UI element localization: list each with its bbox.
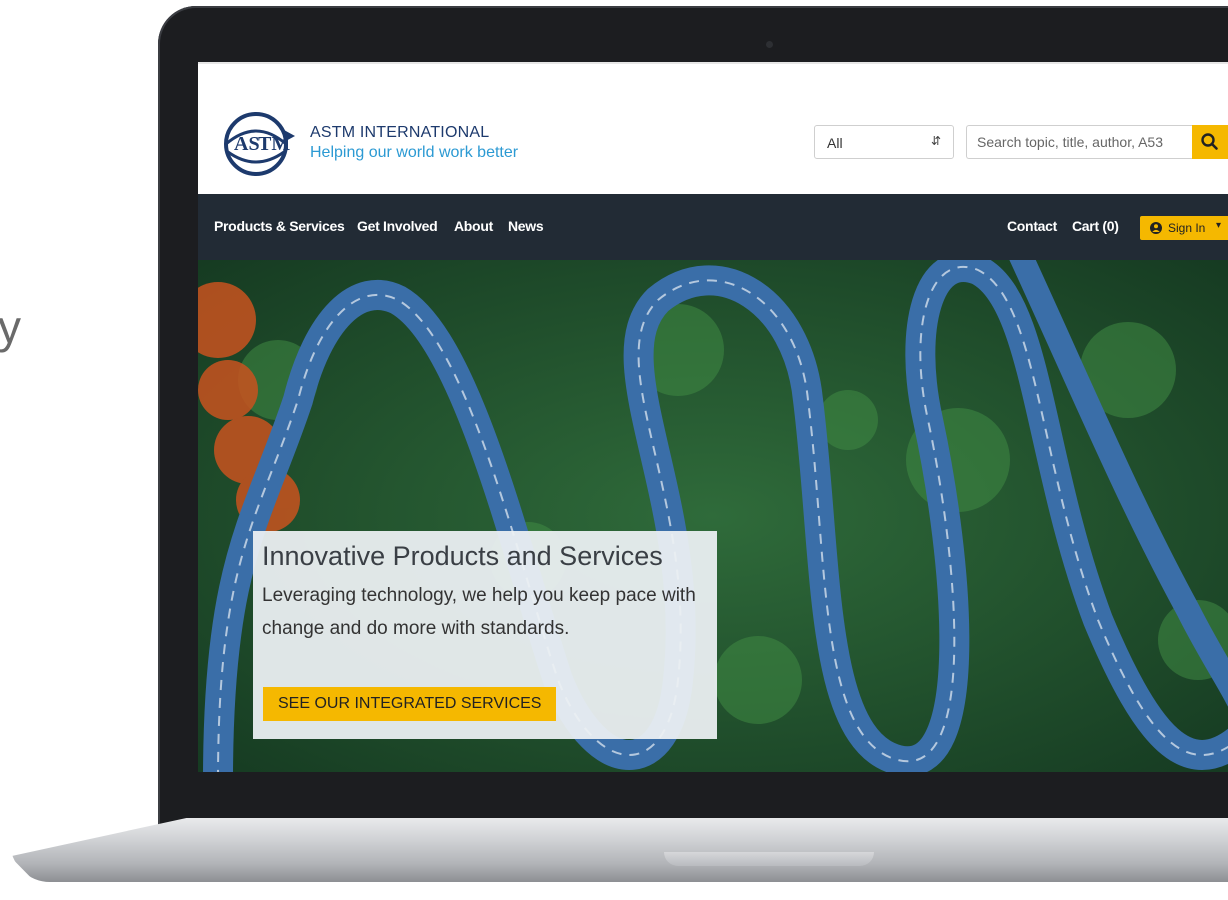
nav-about[interactable]: About	[454, 218, 493, 234]
laptop-notch	[664, 852, 874, 866]
search-scope-value: All	[827, 135, 843, 151]
hero-banner: Innovative Products and Services Leverag…	[198, 260, 1228, 772]
nav-products-services[interactable]: Products & Services	[214, 218, 345, 234]
user-icon	[1150, 222, 1162, 234]
search-input[interactable]	[966, 125, 1192, 159]
brand-name: ASTM INTERNATIONAL	[310, 124, 490, 141]
search-scope-select[interactable]: All ⇵	[814, 125, 954, 159]
search-button[interactable]	[1192, 125, 1228, 159]
nav-get-involved[interactable]: Get Involved	[357, 218, 438, 234]
svg-text:AS: AS	[234, 133, 260, 155]
site-header: AS TM ASTM INTERNATIONAL Helping our wor…	[198, 62, 1228, 196]
laptop-screen: AS TM ASTM INTERNATIONAL Helping our wor…	[198, 62, 1228, 772]
search-icon	[1201, 133, 1218, 150]
cropped-background-text: y	[0, 301, 21, 353]
brand-tagline: Helping our world work better	[310, 144, 519, 161]
nav-news[interactable]: News	[508, 218, 544, 234]
main-navbar: Products & Services Get Involved About N…	[198, 194, 1228, 260]
sign-in-button[interactable]: Sign In ▾	[1140, 216, 1228, 240]
select-arrows-icon: ⇵	[930, 134, 941, 148]
see-integrated-services-button[interactable]: SEE OUR INTEGRATED SERVICES	[263, 687, 557, 721]
caret-down-icon: ▾	[1216, 220, 1222, 231]
webcam	[766, 41, 773, 48]
hero-title: Innovative Products and Services	[262, 541, 663, 571]
sign-in-label: Sign In	[1168, 221, 1206, 235]
astm-logo[interactable]: AS TM	[218, 108, 296, 178]
nav-cart[interactable]: Cart (0)	[1072, 218, 1119, 234]
laptop-base	[10, 818, 1228, 882]
hero-body: Leveraging technology, we help you keep …	[262, 585, 696, 639]
hero-promo-panel: Innovative Products and Services Leverag…	[253, 531, 717, 739]
nav-contact[interactable]: Contact	[1007, 218, 1057, 234]
